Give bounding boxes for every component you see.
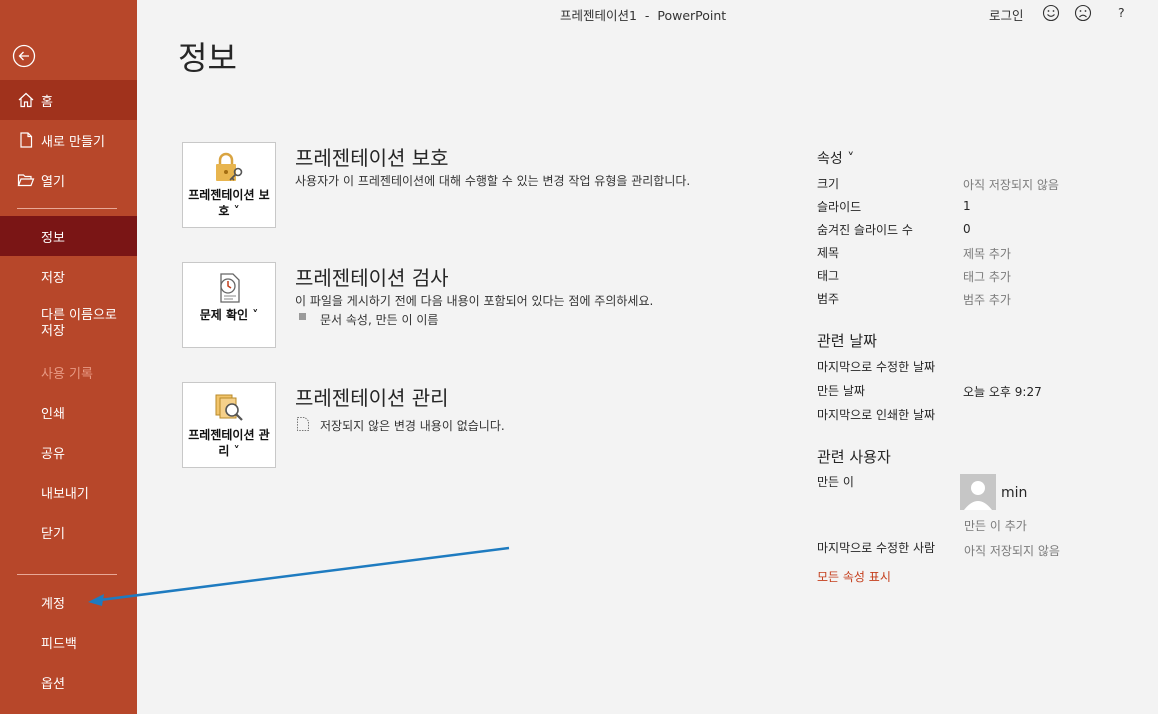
sidebar-item-label: 새로 만들기 — [41, 134, 105, 150]
check-issues-button[interactable]: 문제 확인 ˅ — [182, 262, 276, 348]
sidebar-divider — [17, 574, 117, 575]
sidebar-item-label: 저장 — [41, 270, 65, 286]
property-label: 제목 — [817, 246, 840, 260]
property-label: 마지막으로 수정한 날짜 — [817, 360, 936, 374]
property-label: 숨겨진 슬라이드 수 — [817, 223, 913, 237]
manage-presentation-button[interactable]: 프레젠테이션 관리 ˅ — [182, 382, 276, 468]
properties-heading-dropdown[interactable]: 속성 ˅ — [817, 148, 854, 168]
section-title: 프레젠테이션 검사 — [295, 266, 449, 290]
manage-versions-icon — [215, 394, 243, 421]
sidebar-item-label: 피드백 — [41, 636, 77, 652]
section-detail: 문서 속성, 만든 이 이름 — [320, 313, 439, 327]
sidebar-item-home[interactable]: 홈 — [0, 80, 137, 120]
property-label: 크기 — [817, 177, 840, 191]
related-people-heading: 관련 사용자 — [817, 448, 891, 466]
sidebar-item-label: 인쇄 — [41, 406, 65, 422]
document-dotted-icon — [297, 417, 309, 431]
frown-feedback-icon[interactable] — [1074, 4, 1092, 22]
sidebar-item-history: 사용 기록 — [0, 352, 137, 392]
window-title: 프레젠테이션1 - PowerPoint — [560, 8, 727, 23]
property-label: 범주 — [817, 292, 840, 306]
author-name: min — [1001, 485, 1028, 501]
categories-field[interactable]: 범주 추가 — [963, 291, 1011, 308]
sidebar-item-label: 공유 — [41, 446, 65, 462]
property-label: 슬라이드 — [817, 200, 862, 214]
section-title: 프레젠테이션 관리 — [295, 386, 449, 410]
section-description: 사용자가 이 프레젠테이션에 대해 수행할 수 있는 변경 작업 유형을 관리합… — [295, 174, 691, 188]
open-folder-icon — [17, 174, 35, 187]
lock-key-icon — [216, 152, 243, 181]
section-title: 프레젠테이션 보호 — [295, 146, 449, 170]
back-arrow-icon[interactable] — [12, 44, 36, 68]
sidebar-item-print[interactable]: 인쇄 — [0, 392, 137, 432]
sidebar-item-label: 계정 — [41, 596, 65, 612]
sidebar-item-export[interactable]: 내보내기 — [0, 472, 137, 512]
property-label: 마지막으로 인쇄한 날짜 — [817, 408, 936, 422]
property-value: 1 — [963, 199, 971, 213]
sidebar-item-label: 사용 기록 — [41, 366, 93, 382]
sidebar-item-label: 내보내기 — [41, 486, 89, 502]
property-label: 마지막으로 수정한 사람 — [817, 541, 936, 555]
sidebar-item-open[interactable]: 열기 — [0, 160, 137, 200]
smile-feedback-icon[interactable] — [1042, 4, 1060, 22]
property-value: 아직 저장되지 않음 — [963, 178, 1059, 192]
card-label: 프레젠테이션 보호 ˅ — [188, 188, 270, 218]
sidebar-divider — [17, 208, 117, 209]
home-icon — [18, 92, 34, 108]
section-detail: 저장되지 않은 변경 내용이 없습니다. — [320, 419, 505, 433]
title-field[interactable]: 제목 추가 — [963, 245, 1011, 262]
backstage-sidebar: 홈 새로 만들기 열기 정보 저장 다른 이름으로 저장 사용 기록 인쇄 공유… — [0, 0, 137, 714]
inspect-document-icon — [220, 273, 240, 303]
bullet-icon — [299, 313, 306, 320]
sidebar-item-account[interactable]: 계정 — [0, 582, 137, 622]
page-title: 정보 — [178, 39, 237, 77]
card-label: 문제 확인 ˅ — [199, 308, 259, 322]
help-button[interactable]: ? — [1118, 5, 1125, 20]
show-all-properties-link[interactable]: 모든 속성 표시 — [817, 568, 891, 585]
property-value: 오늘 오후 9:27 — [963, 385, 1042, 399]
sidebar-item-options[interactable]: 옵션 — [0, 662, 137, 702]
sign-in-link[interactable]: 로그인 — [989, 5, 1024, 24]
sidebar-item-save-as[interactable]: 다른 이름으로 저장 — [0, 304, 120, 344]
sidebar-item-save[interactable]: 저장 — [0, 256, 137, 296]
related-dates-heading: 관련 날짜 — [817, 332, 877, 350]
person-icon — [964, 481, 992, 510]
sidebar-item-feedback[interactable]: 피드백 — [0, 622, 137, 662]
sidebar-item-close[interactable]: 닫기 — [0, 512, 137, 552]
avatar[interactable] — [960, 474, 996, 510]
sidebar-item-label: 정보 — [41, 230, 65, 246]
property-value: 0 — [963, 222, 971, 236]
sidebar-item-new[interactable]: 새로 만들기 — [0, 120, 137, 160]
property-label: 태그 — [817, 269, 840, 283]
sidebar-item-label: 옵션 — [41, 676, 65, 692]
sidebar-item-label: 홈 — [41, 94, 53, 110]
new-document-icon — [20, 132, 33, 148]
annotation-arrow — [88, 546, 510, 606]
sidebar-item-label: 닫기 — [41, 526, 65, 542]
property-label: 만든 날짜 — [817, 384, 865, 398]
sidebar-item-label: 열기 — [41, 174, 65, 190]
sidebar-item-label: 다른 이름으로 저장 — [41, 308, 117, 339]
sidebar-item-info[interactable]: 정보 — [0, 216, 137, 256]
card-label: 프레젠테이션 관리 ˅ — [188, 428, 270, 458]
sidebar-item-share[interactable]: 공유 — [0, 432, 137, 472]
add-author-link[interactable]: 만든 이 추가 — [964, 517, 1027, 534]
protect-presentation-button[interactable]: 프레젠테이션 보호 ˅ — [182, 142, 276, 228]
property-value: 아직 저장되지 않음 — [964, 544, 1060, 558]
tags-field[interactable]: 태그 추가 — [963, 268, 1011, 285]
property-label: 만든 이 — [817, 475, 854, 489]
section-description: 이 파일을 게시하기 전에 다음 내용이 포함되어 있다는 점에 주의하세요. — [295, 294, 654, 308]
